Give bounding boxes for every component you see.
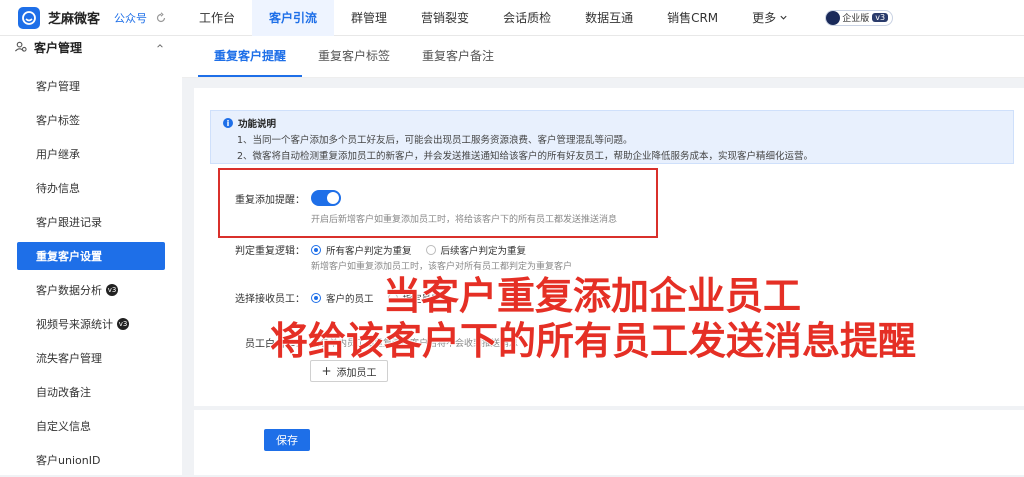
tab-duplicate-reminder[interactable]: 重复客户提醒 [198, 35, 303, 77]
logic-label: 判定重复逻辑： [235, 246, 305, 257]
logic-option-all[interactable]: 所有客户判定为重复 [311, 243, 412, 257]
switch-account-icon[interactable] [155, 11, 167, 24]
chevron-up-icon [156, 42, 164, 53]
sidebar-group-label: 客户管理 [34, 40, 83, 55]
sidebar-item-follow-up-records[interactable]: 客户跟进记录 [0, 205, 182, 239]
footer-bar: 保存 [194, 410, 1024, 475]
sidebar-item-data-analysis[interactable]: 客户数据分析 v3 [0, 273, 182, 307]
nav-session-inspection[interactable]: 会话质检 [486, 0, 568, 36]
edition-label: 企业版 [842, 14, 870, 24]
sidebar-item-customer-tags[interactable]: 客户标签 [0, 103, 182, 137]
nav-marketing-fission[interactable]: 营销裂变 [404, 0, 486, 36]
nav-more-label: 更多 [752, 10, 777, 25]
nav-customer-acquisition[interactable]: 客户引流 [252, 0, 335, 36]
edition-version: v3 [872, 13, 889, 22]
sidebar-item-custom-info[interactable]: 自定义信息 [0, 409, 182, 443]
radio-checked-icon [311, 244, 321, 255]
receiver-label: 选择接收员工： [235, 294, 305, 305]
nav-more[interactable]: 更多 [735, 0, 805, 36]
chevron-down-icon [779, 0, 788, 36]
save-button[interactable]: 保存 [264, 429, 310, 451]
nav-workbench[interactable]: 工作台 [182, 0, 252, 36]
v3-badge-icon: v3 [106, 284, 118, 296]
sidebar-item-video-source-stats[interactable]: 视频号来源统计 v3 [0, 307, 182, 341]
tab-duplicate-tags[interactable]: 重复客户标签 [302, 35, 406, 77]
sidebar: 客户管理 客户管理 客户标签 用户继承 待办信息 客户跟进记录 重复客户设置 客… [0, 36, 182, 475]
tab-duplicate-remarks[interactable]: 重复客户备注 [406, 35, 510, 77]
top-bar: 芝麻微客 公众号 工作台 客户引流 群管理 营销裂变 会话质检 数据互通 销售C… [0, 0, 1024, 36]
nav-sales-crm[interactable]: 销售CRM [650, 0, 735, 36]
sidebar-group-customer-management[interactable]: 客户管理 [0, 36, 182, 58]
info-box: i 功能说明 1、当同一个客户添加多个员工好友后，可能会出现员工服务资源浪费、客… [210, 110, 1014, 164]
logo-icon [18, 6, 40, 29]
logic-option-subsequent-label: 后续客户判定为重复 [440, 245, 527, 257]
radio-checked-icon [311, 292, 321, 303]
info-title-text: 功能说明 [238, 119, 277, 130]
account-type-link[interactable]: 公众号 [114, 10, 147, 26]
logic-option-all-label: 所有客户判定为重复 [326, 245, 412, 257]
receiver-option-customer-staff[interactable]: 客户的员工 [311, 291, 374, 305]
sidebar-item-user-inheritance[interactable]: 用户继承 [0, 137, 182, 171]
receiver-option-1-label: 客户的员工 [326, 293, 374, 305]
toggle-label: 重复添加提醒： [235, 194, 305, 206]
main-nav: 工作台 客户引流 群管理 营销裂变 会话质检 数据互通 销售CRM 更多 [182, 0, 805, 36]
v3-badge-icon: v3 [117, 318, 129, 330]
toggle-row: 重复添加提醒： [220, 190, 341, 206]
customer-group-icon [14, 40, 28, 54]
info-icon: i [223, 118, 233, 128]
sidebar-item-union-id[interactable]: 客户unionID [0, 443, 182, 477]
add-staff-label: 添加员工 [336, 367, 377, 379]
plus-icon: + [321, 364, 332, 378]
logic-row: 判定重复逻辑： 所有客户判定为重复 后续客户判定为重复 [220, 242, 540, 257]
sub-tabs: 重复客户提醒 重复客户标签 重复客户备注 [182, 36, 1024, 78]
sidebar-item-lost-customers[interactable]: 流失客户管理 [0, 341, 182, 375]
sidebar-item-duplicate-settings[interactable]: 重复客户设置 [17, 242, 165, 270]
edition-badge: 企业版 v3 [825, 9, 894, 26]
info-line-2: 2、微客将自动检测重复添加员工的新客户，并会发送推送通知给该客户的所有好友员工，… [237, 151, 814, 162]
sidebar-item-label: 客户数据分析 [36, 284, 102, 297]
toggle-hint: 开启后新增客户如重复添加员工时，将给该客户下的所有员工都发送推送消息 [311, 215, 618, 225]
overlay-caption-2: 将给该客户下的所有员工发送消息提醒 [269, 318, 917, 364]
logic-option-subsequent[interactable]: 后续客户判定为重复 [425, 243, 527, 257]
edition-logo-icon [826, 10, 841, 25]
sidebar-item-customer-management[interactable]: 客户管理 [0, 69, 182, 103]
radio-unchecked-icon [425, 244, 436, 255]
duplicate-reminder-toggle[interactable] [311, 190, 341, 206]
sidebar-item-auto-remark[interactable]: 自动改备注 [0, 375, 182, 409]
info-title: i 功能说明 [223, 116, 1001, 130]
nav-group-management[interactable]: 群管理 [334, 0, 404, 36]
sidebar-item-todo[interactable]: 待办信息 [0, 171, 182, 205]
sidebar-list: 客户管理 客户标签 用户继承 待办信息 客户跟进记录 重复客户设置 客户数据分析… [0, 69, 182, 477]
logo-area: 芝麻微客 公众号 [0, 6, 182, 29]
info-line-1: 1、当同一个客户添加多个员工好友后，可能会出现员工服务资源浪费、客户管理混乱等问… [237, 135, 633, 146]
nav-data-interop[interactable]: 数据互通 [568, 0, 650, 36]
brand-name: 芝麻微客 [48, 12, 101, 27]
sidebar-item-label: 视频号来源统计 [36, 318, 113, 331]
